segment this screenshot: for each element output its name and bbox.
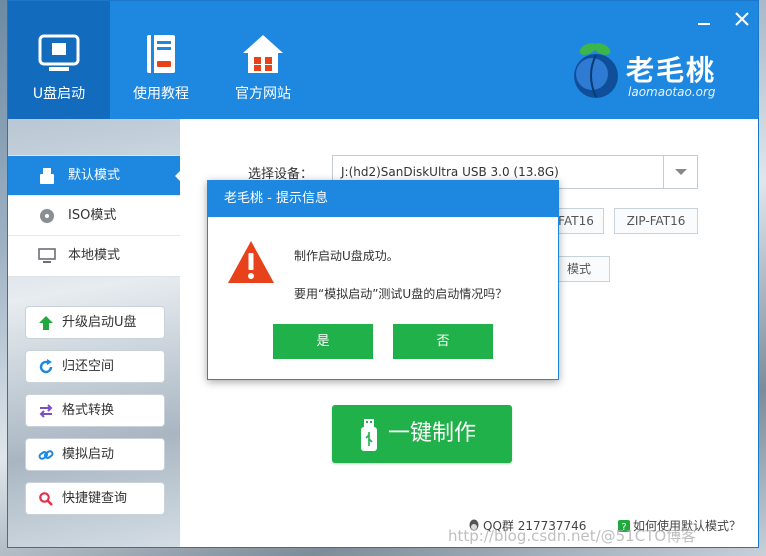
watermark-text: http://blog.csdn.net/@51CTO博客 — [448, 527, 697, 545]
usb-stick-icon — [361, 419, 377, 451]
minimize-icon[interactable] — [694, 11, 714, 31]
mode-item-local[interactable]: 本地模式 — [8, 236, 180, 276]
header-bar: U盘启动 使用教程 官方网站 老毛桃 laomaotao.org — [8, 1, 758, 119]
one-click-make-button[interactable]: 一键制作 — [332, 405, 512, 463]
simulate-boot-label: 模拟启动 — [62, 447, 115, 462]
magnifier-icon — [38, 491, 54, 507]
brand-logo: 老毛桃 laomaotao.org — [568, 37, 748, 103]
yes-button[interactable]: 是 — [273, 324, 373, 359]
dialog-title: 老毛桃 - 提示信息 — [208, 181, 558, 217]
nav-official-site-label: 官方网站 — [235, 86, 291, 102]
format-convert-button[interactable]: 格式转换 — [25, 394, 165, 427]
link-icon — [38, 447, 54, 463]
book-icon — [147, 35, 175, 73]
mode-list: 默认模式 ISO模式 本地模式 — [8, 155, 181, 277]
usb-stick-icon — [40, 168, 54, 184]
no-button[interactable]: 否 — [393, 324, 493, 359]
monitor-icon — [38, 248, 56, 263]
disc-icon — [40, 209, 54, 223]
mode-item-iso-label: ISO模式 — [68, 208, 117, 223]
warning-icon — [228, 241, 274, 283]
device-select-value: J:(hd2)SanDiskUltra USB 3.0 (13.8G) — [341, 165, 559, 179]
usb-drive-icon — [38, 34, 80, 71]
upgrade-usb-button[interactable]: 升级启动U盘 — [25, 306, 165, 339]
mode-item-default[interactable]: 默认模式 — [8, 156, 181, 196]
peach-logo-icon — [574, 43, 618, 98]
mode-item-local-label: 本地模式 — [68, 248, 121, 263]
brand-url: laomaotao.org — [628, 85, 716, 99]
brand-title: 老毛桃 — [626, 54, 717, 87]
nav-usb-boot-label: U盘启动 — [32, 86, 86, 102]
sidebar: 默认模式 ISO模式 本地模式 升级启动U盘 归还空间 格式转换 模拟启动 快捷… — [8, 119, 181, 547]
mode-item-iso[interactable]: ISO模式 — [8, 196, 180, 236]
swap-icon — [38, 403, 54, 419]
up-arrow-icon — [38, 315, 54, 331]
hotkey-query-button[interactable]: 快捷键查询 — [25, 482, 165, 515]
mode-item-default-label: 默认模式 — [68, 168, 121, 183]
nav-tutorial[interactable]: 使用教程 — [110, 1, 212, 119]
hotkey-query-label: 快捷键查询 — [62, 491, 128, 506]
nav-official-site[interactable]: 官方网站 — [212, 1, 314, 119]
upgrade-usb-label: 升级启动U盘 — [62, 315, 137, 330]
confirm-dialog: 老毛桃 - 提示信息 制作启动U盘成功。 要用“模拟启动”测试U盘的启动情况吗？… — [207, 180, 559, 380]
chevron-down-icon[interactable] — [663, 156, 697, 188]
close-icon[interactable] — [732, 11, 752, 31]
dialog-message-question: 要用“模拟启动”测试U盘的启动情况吗？ — [294, 287, 508, 301]
restore-space-button[interactable]: 归还空间 — [25, 350, 165, 383]
home-icon — [243, 35, 283, 73]
nav-usb-boot[interactable]: U盘启动 — [8, 1, 110, 119]
format-convert-label: 格式转换 — [62, 403, 115, 418]
one-click-make-label: 一键制作 — [388, 421, 477, 446]
restore-space-label: 归还空间 — [62, 359, 115, 374]
dialog-message-success: 制作启动U盘成功。 — [294, 249, 399, 263]
simulate-boot-button[interactable]: 模拟启动 — [25, 438, 165, 471]
zip-fat16-option[interactable]: ZIP-FAT16 — [614, 208, 698, 234]
nav-tutorial-label: 使用教程 — [133, 86, 189, 102]
refresh-icon — [38, 359, 54, 375]
